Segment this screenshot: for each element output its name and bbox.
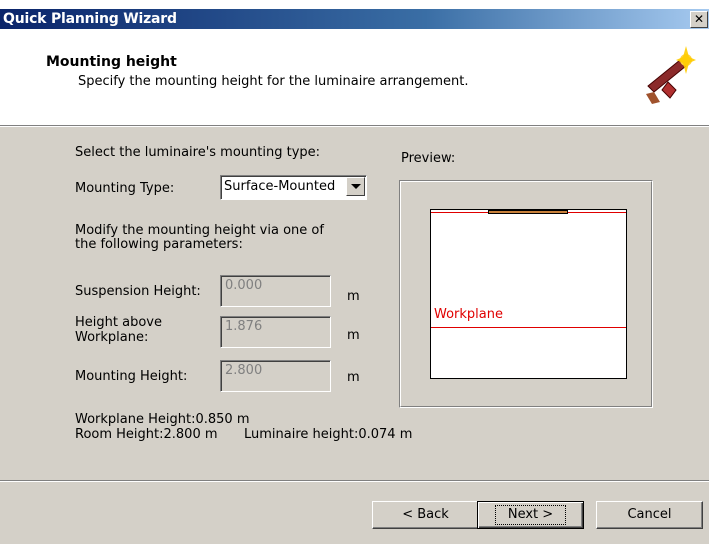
wizard-header: Mounting height Specify the mounting hei… bbox=[0, 29, 709, 126]
workplane-label: Workplane bbox=[434, 307, 503, 322]
magic-wand-icon bbox=[646, 46, 696, 104]
page-title: Mounting height bbox=[46, 54, 177, 70]
modify-text-line1: Modify the mounting height via one of bbox=[75, 223, 324, 238]
preview-label: Preview: bbox=[401, 151, 456, 166]
suspension-height-input[interactable]: 0.000 bbox=[220, 275, 331, 307]
next-button-label: Next > bbox=[494, 505, 567, 525]
luminaire-height-info: Luminaire height:0.074 m bbox=[244, 427, 413, 442]
cancel-button[interactable]: Cancel bbox=[596, 501, 703, 529]
mounting-type-select[interactable]: Surface-Mounted bbox=[220, 175, 367, 200]
close-icon: ✕ bbox=[693, 12, 705, 26]
close-button[interactable]: ✕ bbox=[690, 11, 708, 28]
page-subtitle: Specify the mounting height for the lumi… bbox=[78, 74, 469, 89]
mounting-height-label: Mounting Height: bbox=[75, 369, 188, 384]
window-title: Quick Planning Wizard bbox=[3, 11, 177, 27]
luminaire-shape bbox=[488, 210, 568, 214]
height-above-label-line1: Height above bbox=[75, 315, 162, 330]
title-bar: Quick Planning Wizard ✕ bbox=[0, 0, 709, 30]
workplane-height-info: Workplane Height:0.850 m bbox=[75, 412, 250, 427]
mounting-type-prompt: Select the luminaire's mounting type: bbox=[75, 145, 321, 160]
suspension-unit: m bbox=[347, 289, 360, 304]
preview-room: Workplane bbox=[430, 209, 627, 379]
height-above-unit: m bbox=[347, 328, 360, 343]
header-divider bbox=[0, 126, 709, 127]
room-height-info: Room Height:2.800 m bbox=[75, 427, 218, 442]
workplane-line bbox=[431, 327, 626, 328]
mounting-type-label: Mounting Type: bbox=[75, 181, 175, 196]
mounting-height-unit: m bbox=[347, 370, 360, 385]
height-above-label-line2: Workplane: bbox=[75, 330, 149, 345]
modify-text-line2: the following parameters: bbox=[75, 237, 243, 252]
suspension-height-label: Suspension Height: bbox=[75, 284, 201, 299]
mounting-type-value: Surface-Mounted bbox=[224, 179, 336, 194]
back-button[interactable]: < Back bbox=[372, 501, 479, 529]
height-above-workplane-input[interactable]: 1.876 bbox=[220, 316, 331, 348]
mounting-height-input[interactable]: 2.800 bbox=[220, 360, 331, 392]
chevron-down-icon[interactable] bbox=[346, 177, 365, 196]
next-button[interactable]: Next > bbox=[477, 501, 584, 529]
footer-divider-highlight bbox=[0, 481, 709, 482]
